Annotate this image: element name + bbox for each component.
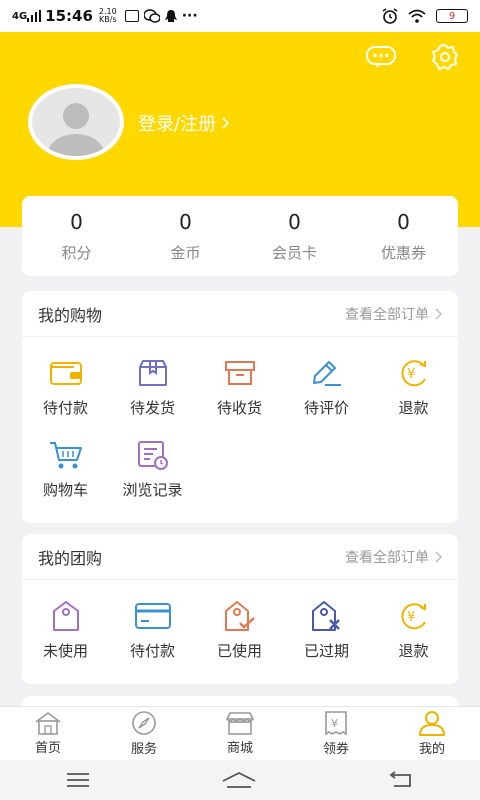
- net-speed: 2.10 KB/s: [98, 7, 117, 24]
- tag-check-icon: [224, 600, 255, 631]
- svg-text:¥: ¥: [331, 717, 338, 730]
- shopping-cart-button[interactable]: 购物车: [22, 427, 109, 509]
- qq-icon: [164, 10, 177, 22]
- signal-bars-icon: [27, 10, 42, 22]
- pending-receipt-button[interactable]: 待收货: [196, 345, 283, 427]
- back-icon[interactable]: [388, 771, 414, 789]
- tab-home[interactable]: 首页: [0, 707, 96, 760]
- status-bar: 4G 15:46 2.10 KB/s ··· 9: [0, 0, 480, 32]
- box-icon: [224, 360, 255, 385]
- my-group-buy-title: 我的团购: [38, 548, 103, 568]
- used-button[interactable]: 已使用: [196, 588, 283, 670]
- compass-icon: [132, 711, 156, 735]
- system-nav-bar: [0, 760, 480, 800]
- card-icon: [134, 602, 171, 629]
- group-refund-button[interactable]: ¥ 退款: [370, 588, 457, 670]
- chevron-right-icon: [435, 550, 442, 563]
- tab-mall[interactable]: 商城: [192, 707, 288, 760]
- view-all-group-orders-link[interactable]: 查看全部订单: [345, 547, 442, 567]
- my-shopping-card: 我的购物 查看全部订单 待付款 待发货 待收货 待评价 ¥ 退款 购物车 浏览记…: [22, 291, 458, 523]
- pen-icon: [312, 360, 341, 386]
- my-group-buy-header: 我的团购 查看全部订单: [22, 534, 458, 580]
- stat-points[interactable]: 0 积分: [22, 196, 131, 276]
- expired-button[interactable]: 已过期: [283, 588, 370, 670]
- login-register-label: 登录/注册: [138, 114, 217, 135]
- my-group-buy-card: 我的团购 查看全部订单 未使用 待付款 已使用 已过期 ¥ 退款: [22, 534, 458, 684]
- view-all-orders-link[interactable]: 查看全部订单: [345, 304, 442, 324]
- stat-membership-card[interactable]: 0 会员卡: [240, 196, 349, 276]
- stat-coins[interactable]: 0 金币: [131, 196, 240, 276]
- home-icon: [35, 712, 61, 735]
- history-icon: [137, 440, 168, 470]
- refund-icon: ¥: [400, 602, 426, 629]
- tab-coupons[interactable]: ¥ 领券: [288, 707, 384, 760]
- wechat-icon: [143, 9, 160, 23]
- stat-coupons[interactable]: 0 优惠券: [349, 196, 458, 276]
- more-notifications-icon: ···: [181, 8, 198, 24]
- message-icon[interactable]: [366, 42, 396, 72]
- store-icon: [225, 712, 255, 735]
- default-avatar-icon: [48, 103, 104, 156]
- stats-panel: 0 积分 0 金币 0 会员卡 0 优惠券: [22, 196, 458, 276]
- coupon-icon: ¥: [325, 711, 347, 736]
- chevron-right-icon: [435, 307, 442, 320]
- browsing-history-button[interactable]: 浏览记录: [109, 427, 196, 509]
- chevron-right-icon: [222, 117, 230, 129]
- pending-review-button[interactable]: 待评价: [283, 345, 370, 427]
- unused-button[interactable]: 未使用: [22, 588, 109, 670]
- svg-text:¥: ¥: [407, 610, 415, 625]
- menu-icon[interactable]: [66, 772, 90, 788]
- avatar[interactable]: [28, 84, 124, 160]
- wifi-icon: [408, 9, 426, 23]
- tag-icon: [52, 600, 79, 631]
- tag-x-icon: [311, 600, 340, 631]
- pending-payment-button[interactable]: 待付款: [22, 345, 109, 427]
- cart-icon: [49, 441, 82, 468]
- group-pending-payment-button[interactable]: 待付款: [109, 588, 196, 670]
- clock: 15:46: [45, 7, 93, 25]
- tab-mine[interactable]: 我的: [384, 707, 480, 760]
- user-icon: [418, 711, 446, 736]
- svg-text:¥: ¥: [407, 367, 415, 382]
- tab-services[interactable]: 服务: [96, 707, 192, 760]
- my-shopping-title: 我的购物: [38, 305, 103, 325]
- refund-button[interactable]: ¥ 退款: [370, 345, 457, 427]
- login-register-link[interactable]: 登录/注册: [138, 110, 230, 136]
- pending-shipment-button[interactable]: 待发货: [109, 345, 196, 427]
- alarm-icon: [382, 8, 398, 24]
- battery-indicator: 9: [436, 9, 468, 23]
- home-nav-icon[interactable]: [222, 771, 256, 789]
- bottom-tab-bar: 首页 服务 商城 ¥ 领券 我的: [0, 706, 480, 760]
- settings-gear-icon[interactable]: [430, 42, 460, 72]
- wallet-icon: [49, 361, 82, 385]
- refund-icon: ¥: [400, 359, 426, 386]
- my-shopping-header: 我的购物 查看全部订单: [22, 291, 458, 337]
- signal-indicator: 4G: [12, 10, 28, 22]
- gallery-notification-icon: [124, 10, 139, 22]
- package-icon: [138, 359, 167, 386]
